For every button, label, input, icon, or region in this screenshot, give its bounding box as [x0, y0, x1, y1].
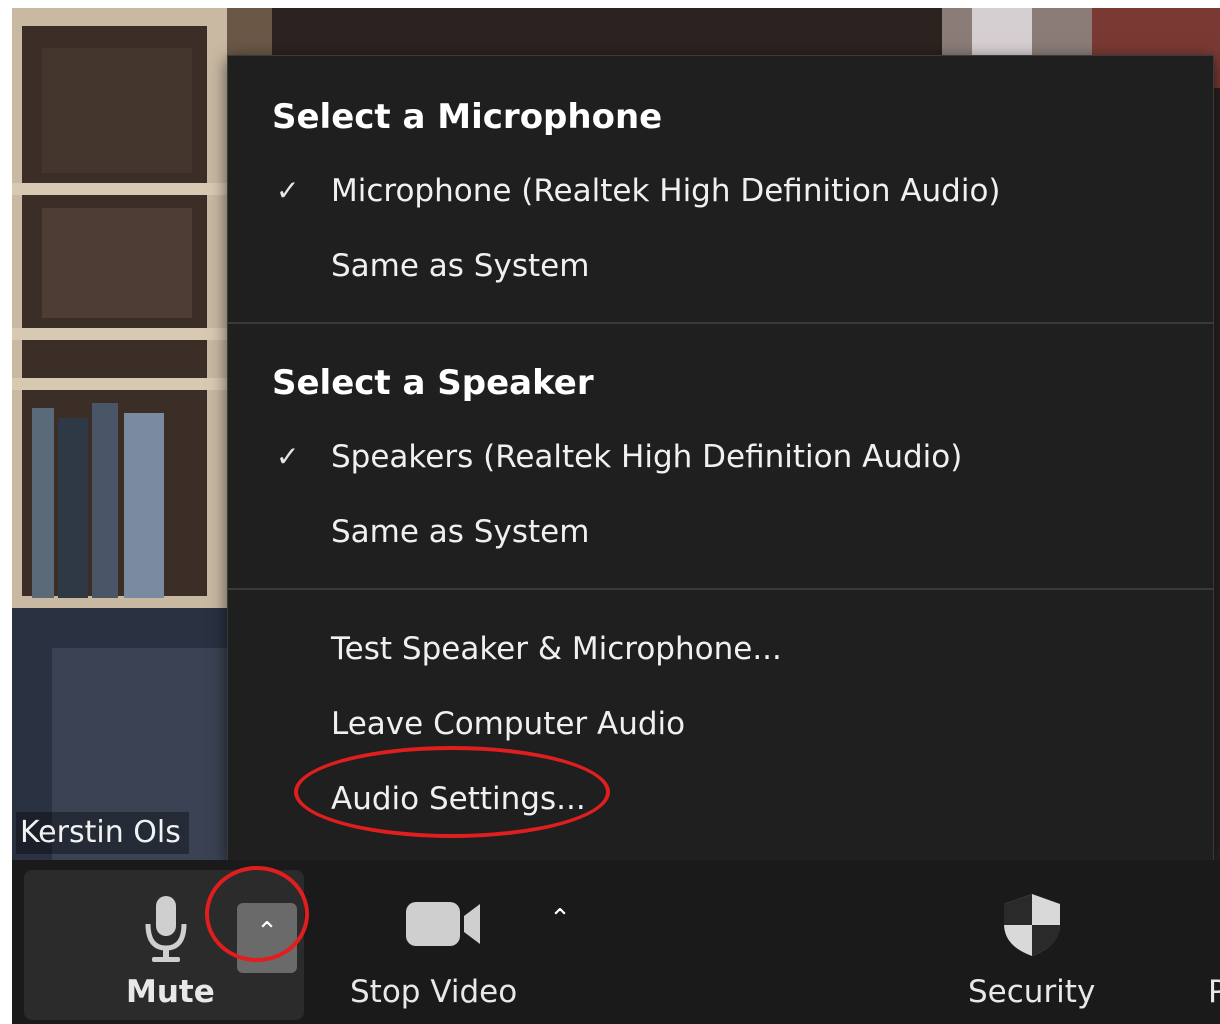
- menu-item-label: Same as System: [331, 514, 590, 550]
- menu-item-audio-settings[interactable]: Audio Settings...: [228, 769, 1213, 829]
- book: [124, 413, 164, 598]
- menu-item-microphone-same-as-system[interactable]: Same as System: [228, 236, 1213, 296]
- book-stack: [42, 208, 192, 318]
- book: [92, 403, 118, 598]
- chevron-up-icon: ⌃: [256, 917, 278, 947]
- mute-button-group: Mute ⌃: [24, 870, 304, 1020]
- microphone-section-heading: Select a Microphone: [272, 97, 663, 137]
- menu-item-label: Same as System: [331, 248, 590, 284]
- security-button[interactable]: Security: [952, 870, 1132, 1020]
- security-label: Security: [968, 974, 1096, 1010]
- menu-item-microphone-realtek[interactable]: ✓ Microphone (Realtek High Definition Au…: [228, 161, 1213, 221]
- audio-options-menu: Select a Microphone ✓ Microphone (Realte…: [227, 55, 1214, 862]
- shield-icon: [1000, 892, 1064, 962]
- participants-label-partial: P: [1208, 974, 1220, 1010]
- menu-item-speaker-realtek[interactable]: ✓ Speakers (Realtek High Definition Audi…: [228, 427, 1213, 487]
- speaker-section-heading: Select a Speaker: [272, 363, 594, 403]
- menu-item-test-speaker-microphone[interactable]: Test Speaker & Microphone...: [228, 619, 1213, 679]
- stop-video-label: Stop Video: [350, 974, 518, 1010]
- mute-label: Mute: [126, 974, 215, 1010]
- book: [32, 408, 54, 598]
- participant-name-label: Kerstin Ols: [16, 812, 189, 854]
- menu-item-label: Test Speaker & Microphone...: [331, 631, 782, 667]
- menu-item-speaker-same-as-system[interactable]: Same as System: [228, 502, 1213, 562]
- menu-divider: [228, 322, 1213, 324]
- bookshelf-board: [12, 328, 227, 340]
- menu-item-label: Microphone (Realtek High Definition Audi…: [331, 173, 1001, 209]
- menu-item-label: Speakers (Realtek High Definition Audio): [331, 439, 963, 475]
- checkmark-icon: ✓: [276, 440, 300, 473]
- checkmark-icon: ✓: [276, 174, 300, 207]
- video-camera-icon: [404, 898, 484, 954]
- chevron-up-icon: ⌃: [549, 904, 571, 934]
- video-options-arrow-button[interactable]: ⌃: [540, 890, 580, 940]
- audio-options-arrow-button[interactable]: ⌃: [237, 903, 297, 973]
- book-stack: [42, 48, 192, 173]
- menu-divider: [228, 588, 1213, 590]
- meeting-toolbar: Mute ⌃ Stop Video ⌃ Security P: [12, 860, 1220, 1024]
- menu-item-leave-computer-audio[interactable]: Leave Computer Audio: [228, 694, 1213, 754]
- zoom-meeting-window: Kerstin Ols Select a Microphone ✓ Microp…: [0, 0, 1220, 1024]
- stop-video-button[interactable]: Stop Video: [332, 870, 532, 1020]
- bookshelf-board: [12, 378, 227, 390]
- mute-button[interactable]: Mute: [24, 870, 224, 1020]
- menu-item-label: Leave Computer Audio: [331, 706, 686, 742]
- book: [58, 418, 88, 598]
- bookshelf-board: [12, 183, 227, 195]
- menu-item-label: Audio Settings...: [331, 781, 586, 817]
- microphone-icon: [142, 894, 190, 970]
